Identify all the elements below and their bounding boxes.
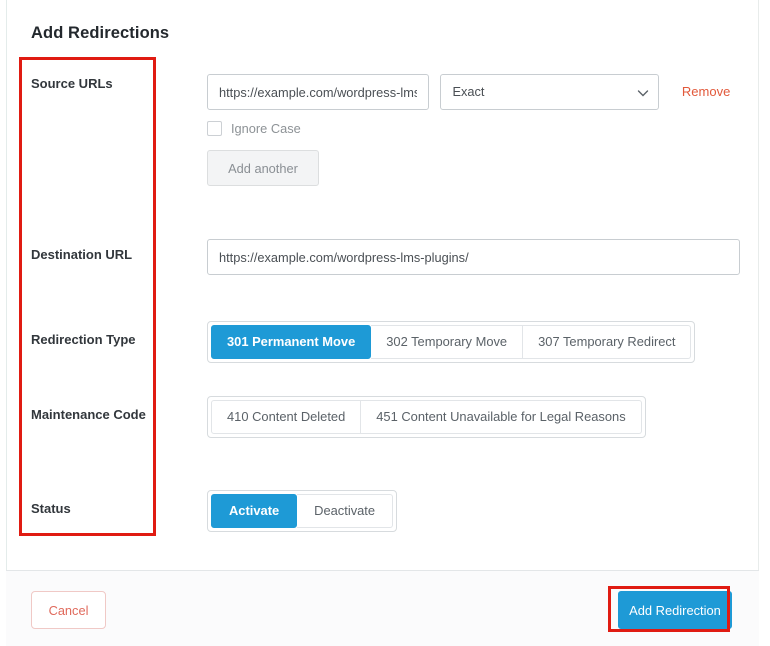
cancel-button[interactable]: Cancel — [31, 591, 106, 629]
checkbox-unchecked-icon[interactable] — [207, 121, 222, 136]
form-row-maintenance-code: Maintenance Code 410 Content Deleted 451… — [0, 382, 770, 467]
status-button-group: Activate Deactivate — [207, 490, 397, 532]
form-row-source-urls: Source URLs Exact Remove — [0, 57, 770, 247]
redirection-type-option-301[interactable]: 301 Permanent Move — [211, 325, 371, 359]
form-footer: Cancel Add Redirection — [6, 570, 759, 646]
status-option-deactivate[interactable]: Deactivate — [297, 494, 393, 528]
redirection-type-option-302[interactable]: 302 Temporary Move — [371, 325, 523, 359]
label-maintenance-code: Maintenance Code — [31, 407, 146, 422]
form-row-redirection-type: Redirection Type 301 Permanent Move 302 … — [0, 307, 770, 392]
redirection-form: Source URLs Exact Remove — [0, 57, 770, 570]
source-url-row: Exact Remove — [207, 74, 730, 110]
add-another-button[interactable]: Add another — [207, 150, 319, 186]
page-title: Add Redirections — [31, 24, 169, 43]
maintenance-code-option-410[interactable]: 410 Content Deleted — [211, 400, 361, 434]
ignore-case-row[interactable]: Ignore Case — [207, 121, 730, 136]
match-type-value: Exact — [440, 74, 659, 110]
ignore-case-label: Ignore Case — [231, 121, 301, 136]
label-destination-url: Destination URL — [31, 247, 132, 262]
destination-url-field-group — [207, 239, 740, 275]
form-row-destination-url: Destination URL — [0, 222, 770, 307]
label-source-urls: Source URLs — [31, 76, 113, 91]
maintenance-code-button-group: 410 Content Deleted 451 Content Unavaila… — [207, 396, 646, 438]
form-row-status: Status Activate Deactivate — [0, 472, 770, 557]
redirection-type-option-307[interactable]: 307 Temporary Redirect — [523, 325, 691, 359]
destination-url-input[interactable] — [207, 239, 740, 275]
source-urls-field-group: Exact Remove Ignore Case Add another — [207, 74, 730, 186]
status-option-activate[interactable]: Activate — [211, 494, 297, 528]
status-field-group: Activate Deactivate — [207, 490, 397, 532]
label-status: Status — [31, 501, 71, 516]
add-redirections-screen: Add Redirections Source URLs Exact — [0, 0, 770, 646]
label-redirection-type: Redirection Type — [31, 332, 136, 347]
redirection-type-button-group: 301 Permanent Move 302 Temporary Move 30… — [207, 321, 695, 363]
source-url-input[interactable] — [207, 74, 429, 110]
redirection-type-field-group: 301 Permanent Move 302 Temporary Move 30… — [207, 321, 695, 363]
maintenance-code-field-group: 410 Content Deleted 451 Content Unavaila… — [207, 396, 646, 438]
maintenance-code-option-451[interactable]: 451 Content Unavailable for Legal Reason… — [361, 400, 641, 434]
remove-source-url-link[interactable]: Remove — [682, 74, 730, 110]
match-type-select[interactable]: Exact — [440, 74, 659, 110]
add-redirection-button[interactable]: Add Redirection — [618, 591, 732, 629]
